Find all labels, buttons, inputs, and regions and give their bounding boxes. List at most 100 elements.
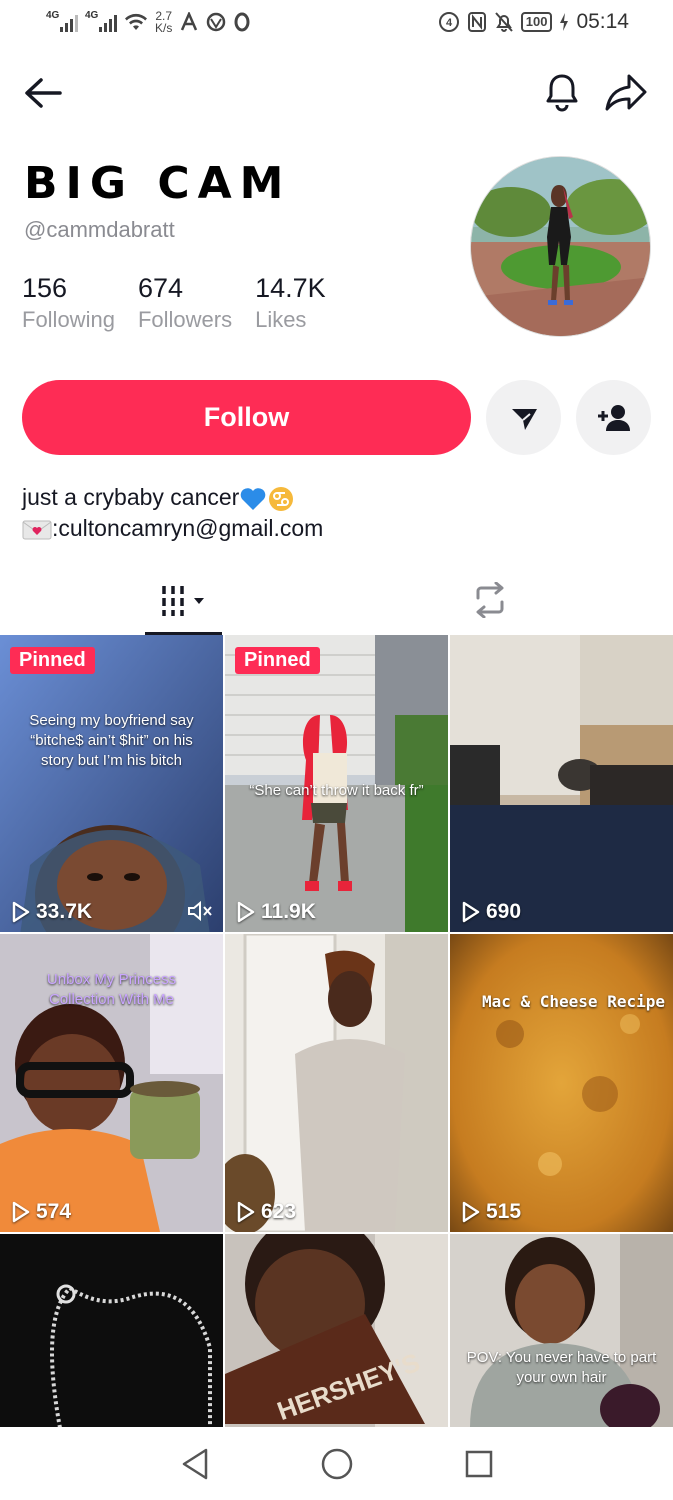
charging-icon [560,13,569,31]
video-tile[interactable]: Unbox My Princess Collection With Me 574 [0,934,223,1232]
video-tile[interactable]: Mac & Cheese Recipe 515 [450,934,673,1232]
play-icon [12,1201,30,1223]
signal-icon: 4G [85,10,117,32]
add-user-icon [597,404,630,431]
view-count: 515 [462,1200,521,1224]
profile-stats: 156 Following 674 Followers 14.7K Likes [22,273,326,333]
circle-home-icon [321,1448,352,1479]
share-button[interactable] [603,70,649,114]
wifi-icon [125,13,147,30]
video-tile[interactable]: 690 [450,635,673,932]
avatar-photo [471,157,650,336]
bio-line-2: :cultoncamryn@gmail.com [22,513,323,543]
view-count: 11.9K [237,900,316,924]
play-icon [462,1201,480,1223]
network-type-label: 4G [85,10,99,21]
stat-likes[interactable]: 14.7K Likes [255,273,326,333]
view-count: 33.7K [12,900,92,924]
play-icon [12,901,30,923]
stat-followers[interactable]: 674 Followers [138,273,232,333]
love-letter-icon [22,520,52,540]
play-icon [237,901,255,923]
video-tile[interactable]: POV: You never have to part your own hai… [450,1234,673,1427]
video-thumbnail [450,934,673,1232]
following-label: Following [22,307,115,332]
video-caption: “She can’t throw it back fr” [249,782,424,799]
notification-bell-button[interactable] [540,70,584,114]
tab-reposts[interactable] [451,565,528,635]
nav-back-button[interactable] [170,1439,220,1489]
cancer-zodiac-icon [269,486,294,511]
message-button[interactable] [486,380,561,455]
video-thumbnail [0,1234,223,1427]
stat-following[interactable]: 156 Following [22,273,115,333]
network-speed: 2.7 K/s [155,10,172,34]
video-caption: Unbox My Princess Collection With Me [46,971,177,1008]
video-thumbnail [225,934,448,1232]
view-count: 623 [237,1200,296,1224]
profile-username: @cammdabratt [24,217,175,242]
pinned-badge: Pinned [10,647,95,674]
video-thumbnail [450,1234,673,1427]
status-right: 4 100 05:14 [438,10,629,34]
view-count-value: 515 [486,1200,522,1223]
data-saver-icon: 4 [438,12,459,32]
view-count-value: 11.9K [261,900,316,923]
status-bar: 4G 4G 2.7 K/s 4 100 05:14 [0,0,673,44]
arrow-left-icon [25,78,62,108]
app-ring-icon [234,12,250,32]
view-count: 690 [462,900,521,924]
video-caption: Mac & Cheese Recipe [481,992,665,1011]
repost-icon [476,582,503,618]
svg-text:4: 4 [446,17,453,29]
battery-icon: 100 [520,12,553,32]
video-tile[interactable]: 623 [225,934,448,1232]
view-count: 574 [12,1200,71,1224]
status-time: 05:14 [576,10,629,33]
nfc-icon [467,12,486,32]
video-tile[interactable] [0,1234,223,1427]
view-count-value: 623 [261,1200,297,1223]
avatar[interactable] [470,156,651,337]
likes-label: Likes [255,307,307,332]
share-arrow-icon [605,74,647,111]
nav-recents-button[interactable] [454,1439,504,1489]
video-caption: Seeing my boyfriend say “bitche$ ain’t $… [29,712,194,769]
square-recents-icon [465,1450,492,1477]
likes-count: 14.7K [255,273,326,303]
follow-button[interactable]: Follow [22,380,471,455]
following-count: 156 [22,273,68,303]
bio-text: just a crybaby cancer [22,484,240,510]
back-button[interactable] [22,72,64,114]
app-a-icon [181,12,198,31]
video-thumbnail [450,635,673,932]
top-bar [0,66,673,118]
view-count-value: 574 [36,1200,72,1223]
followers-label: Followers [137,307,233,332]
grid-icon [161,586,204,616]
signal-icon: 4G [46,10,78,32]
profile-bio: just a crybaby cancer :cultoncamryn@gmai… [22,482,323,543]
pinned-badge: Pinned [235,647,320,674]
status-left: 4G 4G 2.7 K/s [46,10,251,34]
triangle-back-icon [182,1448,207,1479]
profile-tabs [0,565,673,635]
profile-display-name: BIG CAM [24,158,292,209]
suggested-accounts-button[interactable] [576,380,651,455]
nav-home-button[interactable] [312,1439,362,1489]
play-icon [237,1201,255,1223]
video-tile[interactable]: Pinned “She can’t throw it back fr” 11.9… [225,635,448,932]
video-caption: POV: You never have to part your own hai… [466,1349,657,1386]
network-type-label: 4G [46,10,60,21]
tab-videos[interactable] [145,565,222,635]
mute-notification-icon [494,12,513,32]
bell-icon [546,74,578,112]
app-globe-icon [207,12,226,32]
video-thumbnail: HERSHEY'S [225,1234,448,1427]
blue-heart-icon [241,488,266,510]
speed-unit: K/s [155,21,173,35]
video-tile[interactable]: Pinned Seeing my boyfriend say “bitche$ … [0,635,223,932]
video-tile[interactable]: HERSHEY'S [225,1234,448,1427]
bio-email[interactable]: :cultoncamryn@gmail.com [52,515,323,541]
video-thumbnail [0,635,223,932]
